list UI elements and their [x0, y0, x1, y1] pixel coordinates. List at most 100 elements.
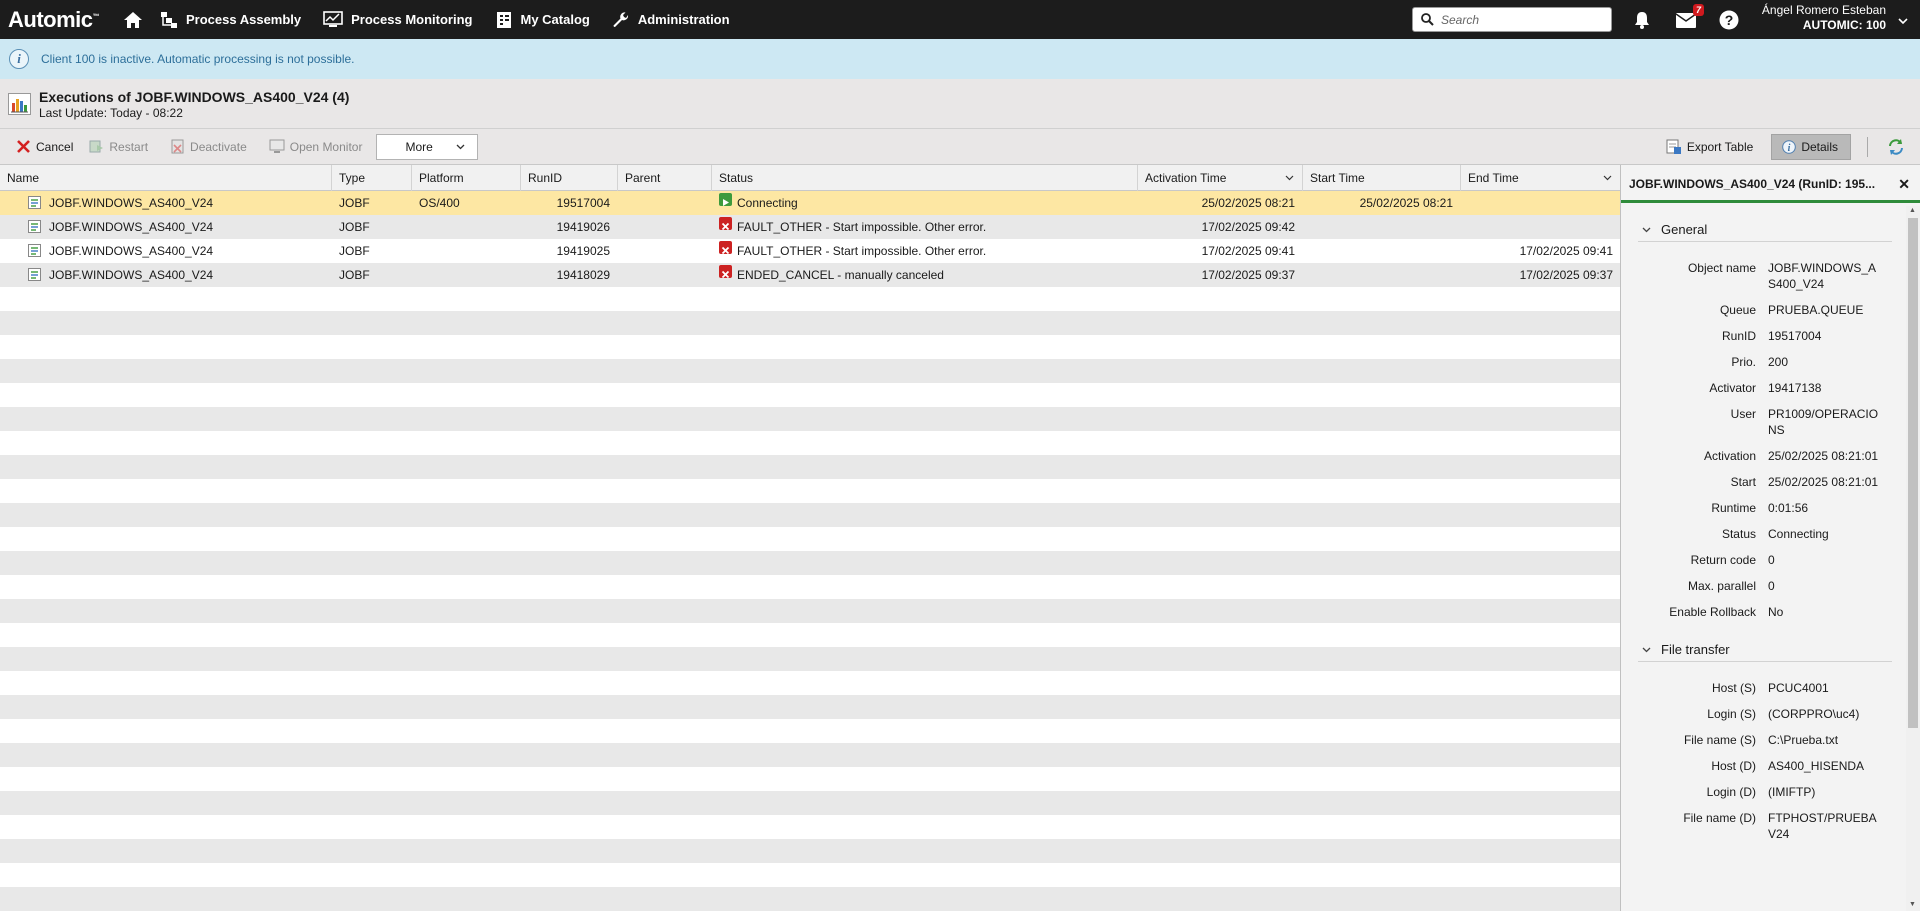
- field-label: RunID: [1721, 329, 1756, 343]
- bar-chart-icon: [8, 93, 31, 115]
- help-icon[interactable]: ?: [1717, 8, 1741, 32]
- column-header-status[interactable]: Status: [712, 165, 1138, 191]
- mail-icon[interactable]: 7: [1674, 4, 1704, 32]
- svg-text:i: i: [1788, 143, 1791, 154]
- empty-row: [0, 431, 1620, 455]
- column-header-parent[interactable]: Parent: [618, 165, 712, 191]
- section-general: General Object name JOBF.WINDOWS_AS400_V2…: [1638, 220, 1892, 620]
- details-scrollbar[interactable]: ▲ ▼: [1906, 206, 1920, 911]
- empty-row: [0, 887, 1620, 911]
- chevron-down-icon[interactable]: [1898, 14, 1908, 28]
- nav-label: My Catalog: [520, 12, 590, 27]
- scroll-up-icon[interactable]: ▲: [1909, 207, 1917, 215]
- empty-row: [0, 335, 1620, 359]
- scroll-down-icon[interactable]: ▼: [1909, 901, 1917, 909]
- export-table-button[interactable]: Export Table: [1658, 134, 1762, 160]
- search-input[interactable]: [1441, 12, 1601, 27]
- cell-name: JOBF.WINDOWS_AS400_V24: [49, 215, 329, 239]
- cell-start: [1303, 239, 1453, 263]
- empty-row: [0, 575, 1620, 599]
- empty-row: [0, 287, 1620, 311]
- cell-runid: 19419025: [521, 239, 610, 263]
- cell-name: JOBF.WINDOWS_AS400_V24: [49, 239, 329, 263]
- mail-badge: 7: [1692, 4, 1704, 16]
- cell-text: 17/02/2025 09:41: [1201, 244, 1295, 258]
- nav-my-catalog[interactable]: My Catalog: [495, 0, 590, 39]
- column-header-platform[interactable]: Platform: [412, 165, 521, 191]
- column-label: Platform: [419, 171, 464, 185]
- cancel-button[interactable]: Cancel: [8, 134, 81, 160]
- details-panel-header: JOBF.WINDOWS_AS400_V24 (RunID: 195... ✕: [1621, 165, 1920, 203]
- more-dropdown[interactable]: More: [376, 133, 479, 160]
- field-value: 25/02/2025 08:21:01: [1768, 475, 1879, 489]
- field-label: Object name: [1687, 261, 1756, 275]
- cell-text: 17/02/2025 09:37: [1519, 268, 1613, 282]
- chevron-down-icon[interactable]: [1603, 165, 1612, 191]
- cell-activation: 17/02/2025 09:42: [1138, 215, 1295, 239]
- column-label: Activation Time: [1145, 171, 1227, 185]
- table-row[interactable]: JOBF.WINDOWS_AS400_V24 JOBF 19419026 FAULT_…: [0, 215, 1620, 239]
- bell-icon[interactable]: [1630, 8, 1654, 32]
- detail-field: File name (D) FTPHOST/PRUEBAV24: [1638, 810, 1892, 842]
- section-header-general[interactable]: General: [1638, 220, 1892, 242]
- cell-parent: [625, 215, 710, 239]
- cell-status: ENDED_CANCEL - manually canceled: [719, 263, 1134, 287]
- refresh-icon[interactable]: [1884, 135, 1908, 159]
- info-icon: i: [1782, 140, 1797, 154]
- cell-text: FAULT_OTHER - Start impossible. Other er…: [737, 220, 987, 234]
- detail-field: Login (S) (CORPPRO\uc4): [1638, 706, 1892, 722]
- field-label: File name (D): [1683, 811, 1756, 825]
- cell-activation: 17/02/2025 09:37: [1138, 263, 1295, 287]
- cell-text: 19418029: [556, 268, 610, 282]
- empty-row: [0, 791, 1620, 815]
- column-header-type[interactable]: Type: [332, 165, 412, 191]
- cell-end: 17/02/2025 09:37: [1461, 263, 1613, 287]
- toolbar: Cancel Restart Deactivate Open Monitor M…: [0, 129, 1920, 165]
- home-icon[interactable]: [120, 7, 146, 33]
- field-label: File name (S): [1683, 733, 1756, 747]
- deactivate-button[interactable]: Deactivate: [162, 134, 255, 160]
- status-running-icon: [719, 193, 732, 206]
- scrollbar-thumb[interactable]: [1908, 218, 1918, 728]
- search-icon: [1421, 13, 1434, 26]
- table-row[interactable]: JOBF.WINDOWS_AS400_V24 JOBF 19419025 FAULT_…: [0, 239, 1620, 263]
- field-value: C:\Prueba.txt: [1768, 733, 1839, 747]
- column-header-activation-time[interactable]: Activation Time: [1138, 165, 1303, 191]
- table-row[interactable]: JOBF.WINDOWS_AS400_V24 JOBF 19418029 ENDED_…: [0, 263, 1620, 287]
- details-button[interactable]: i Details: [1771, 134, 1851, 160]
- page-header: Executions of JOBF.WINDOWS_AS400_V24 (4)…: [0, 79, 1920, 129]
- open-monitor-label: Open Monitor: [289, 139, 363, 154]
- cell-activation: 17/02/2025 09:41: [1138, 239, 1295, 263]
- nav-administration[interactable]: Administration: [612, 0, 730, 39]
- close-icon[interactable]: ✕: [1898, 165, 1910, 203]
- cell-text: FAULT_OTHER - Start impossible. Other er…: [737, 244, 987, 258]
- table-row[interactable]: JOBF.WINDOWS_AS400_V24 JOBF OS/400 19517004…: [0, 191, 1620, 215]
- empty-row: [0, 503, 1620, 527]
- restart-button[interactable]: Restart: [81, 134, 156, 160]
- detail-field: Start 25/02/2025 08:21:01: [1638, 474, 1892, 490]
- field-value: 19517004: [1768, 329, 1822, 343]
- cancel-label: Cancel: [36, 139, 74, 154]
- detail-field: Prio. 200: [1638, 354, 1892, 370]
- empty-row: [0, 383, 1620, 407]
- user-menu[interactable]: Ángel Romero Esteban AUTOMIC: 100: [1762, 3, 1886, 33]
- empty-row: [0, 527, 1620, 551]
- deactivate-label: Deactivate: [190, 139, 247, 154]
- cell-text: Connecting: [737, 196, 798, 210]
- column-header-start-time[interactable]: Start Time: [1303, 165, 1461, 191]
- nav-process-assembly[interactable]: Process Assembly: [160, 0, 301, 39]
- restart-label: Restart: [109, 139, 149, 154]
- column-header-name[interactable]: Name: [0, 165, 332, 191]
- file-transfer-job-icon: [28, 220, 41, 233]
- column-header-runid[interactable]: RunID: [521, 165, 618, 191]
- search-box[interactable]: [1412, 7, 1612, 32]
- nav-process-monitoring[interactable]: Process Monitoring: [323, 0, 473, 39]
- open-monitor-button[interactable]: Open Monitor: [261, 134, 371, 160]
- section-header-file-transfer[interactable]: File transfer: [1638, 640, 1892, 662]
- status-error-icon: [719, 265, 732, 279]
- automic-logo[interactable]: Automic™: [0, 7, 116, 33]
- column-header-end-time[interactable]: End Time: [1461, 165, 1620, 191]
- chevron-down-icon[interactable]: [1285, 165, 1294, 191]
- detail-field: Status Connecting: [1638, 526, 1892, 542]
- details-label: Details: [1801, 140, 1838, 154]
